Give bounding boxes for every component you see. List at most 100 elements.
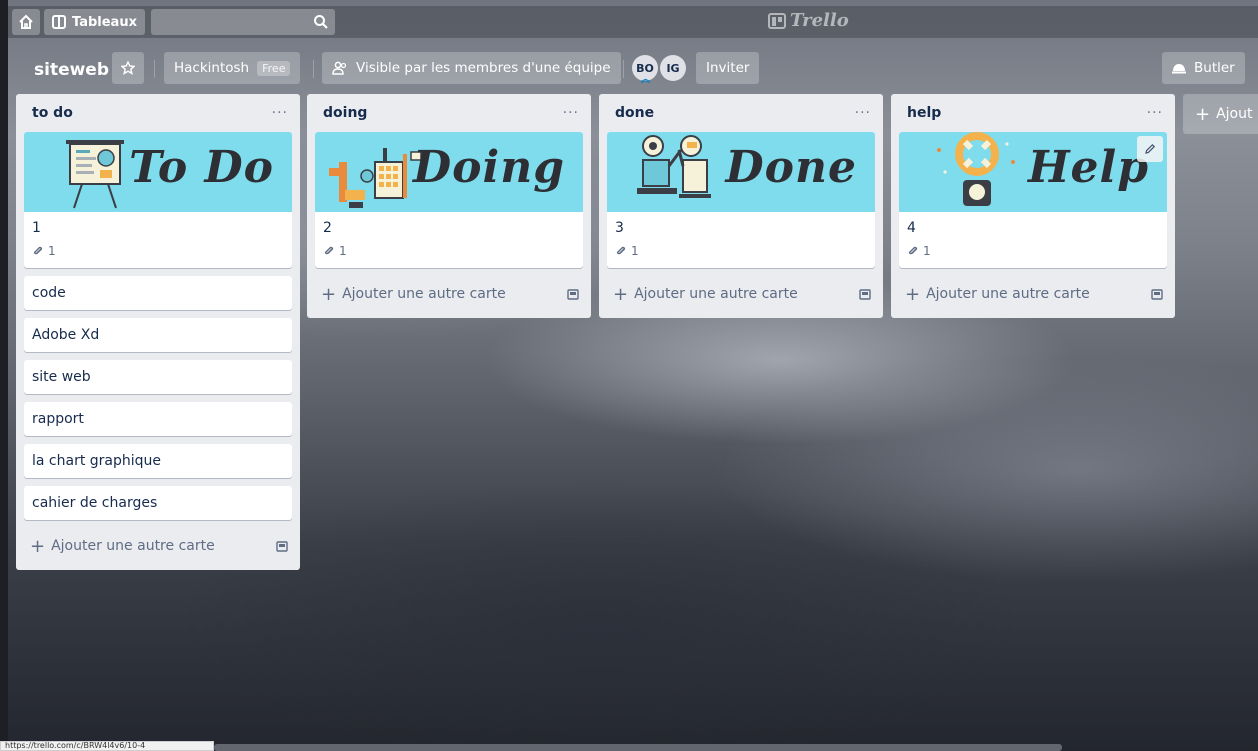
cover-card[interactable]: To Do 1 1: [24, 132, 292, 268]
boards-label: Tableaux: [72, 14, 137, 30]
card-template-icon[interactable]: [276, 540, 288, 552]
butler-label: Butler: [1194, 60, 1235, 76]
card-title: cahier de charges: [32, 495, 158, 511]
card-title: site web: [32, 369, 91, 385]
horizontal-scrollbar[interactable]: [214, 744, 1062, 751]
list-header: done ···: [599, 94, 883, 132]
card-title: rapport: [32, 411, 84, 427]
list-card[interactable]: rapport: [24, 402, 292, 436]
list-header: to do ···: [16, 94, 300, 132]
list-menu-icon[interactable]: ···: [855, 105, 871, 121]
cover-title: Help: [1027, 142, 1149, 193]
list-title[interactable]: help: [907, 105, 941, 121]
star-icon: [121, 61, 135, 75]
star-board-button[interactable]: [112, 52, 144, 84]
search-icon: [313, 15, 328, 29]
plus-icon: +: [321, 283, 337, 305]
list-card[interactable]: Adobe Xd: [24, 318, 292, 352]
invite-button[interactable]: Inviter: [696, 52, 760, 84]
list-help: help ··· Help 4 1 + Ajouter une autre ca…: [891, 94, 1175, 318]
attachment-icon: [324, 246, 334, 255]
window-edge: [0, 0, 8, 751]
divider: [313, 60, 314, 78]
list-doing: doing ··· Doing 2 1 + Ajouter une autre …: [307, 94, 591, 318]
team-button[interactable]: Hackintosh Free: [164, 52, 301, 84]
lifebuoy-icon: [937, 132, 1015, 206]
list-card[interactable]: la chart graphique: [24, 444, 292, 478]
list-title[interactable]: to do: [32, 105, 73, 121]
member-avatar[interactable]: IG: [660, 55, 686, 81]
visibility-button[interactable]: Visible par les membres d'une équipe: [322, 52, 621, 84]
add-card-button[interactable]: + Ajouter une autre carte: [307, 276, 591, 312]
list-card[interactable]: cahier de charges: [24, 486, 292, 520]
trello-logo[interactable]: Trello: [768, 10, 849, 31]
list-card[interactable]: code: [24, 276, 292, 310]
card-title: la chart graphique: [32, 453, 162, 469]
add-card-button[interactable]: + Ajouter une autre carte: [16, 528, 300, 564]
plan-badge: Free: [257, 60, 291, 76]
cover-card[interactable]: Doing 2 1: [315, 132, 583, 268]
attachment-count: 1: [631, 244, 639, 258]
trello-wordmark: Trello: [790, 10, 849, 31]
add-card-button[interactable]: + Ajouter une autre carte: [891, 276, 1175, 312]
list-menu-icon[interactable]: ···: [563, 105, 579, 121]
attachment-count: 1: [923, 244, 931, 258]
add-card-label: Ajouter une autre carte: [926, 286, 1090, 302]
cover-card[interactable]: Done 3 1: [607, 132, 875, 268]
attachment-icon: [33, 246, 43, 255]
card-template-icon[interactable]: [567, 288, 579, 300]
cover-title: Done: [725, 142, 857, 193]
add-card-label: Ajouter une autre carte: [342, 286, 506, 302]
team-visibility-icon: [332, 61, 347, 75]
card-title: 2: [323, 220, 332, 236]
card-cover-image: To Do: [24, 132, 292, 212]
edit-card-button[interactable]: [1137, 136, 1163, 162]
card-badges: 1: [615, 242, 867, 260]
home-button[interactable]: [12, 9, 40, 35]
add-list-button[interactable]: + Ajout: [1183, 94, 1258, 134]
board-icon: [52, 15, 66, 29]
butler-button[interactable]: Butler: [1162, 52, 1245, 84]
boards-button[interactable]: Tableaux: [44, 9, 145, 35]
avatar-initials: BO: [636, 61, 654, 75]
card-cover-image: Doing: [315, 132, 583, 212]
card-title: code: [32, 285, 66, 301]
card-template-icon[interactable]: [859, 288, 871, 300]
card-title: 1: [32, 220, 41, 236]
card-title: 4: [907, 220, 916, 236]
butler-icon: [1172, 64, 1186, 74]
list-title[interactable]: done: [615, 105, 654, 121]
team-name: Hackintosh: [174, 60, 250, 76]
list-header: doing ···: [307, 94, 591, 132]
card-cover-image: Help: [899, 132, 1167, 212]
divider: [154, 60, 155, 78]
card-badges: 1: [907, 242, 1159, 260]
list-menu-icon[interactable]: ···: [272, 105, 288, 121]
card-template-icon[interactable]: [1151, 288, 1163, 300]
add-card-button[interactable]: + Ajouter une autre carte: [599, 276, 883, 312]
add-list-label: Ajout: [1216, 106, 1253, 122]
list-card[interactable]: site web: [24, 360, 292, 394]
plus-icon: +: [905, 283, 921, 305]
attachment-icon: [616, 246, 626, 255]
search-input[interactable]: [150, 9, 335, 35]
attachment-icon: [908, 246, 918, 255]
card-cover-image: Done: [607, 132, 875, 212]
pencil-icon: [1145, 143, 1156, 154]
member-avatar[interactable]: BO ︽: [632, 55, 658, 85]
card-title: Adobe Xd: [32, 327, 100, 343]
home-icon: [19, 14, 33, 29]
list-menu-icon[interactable]: ···: [1147, 105, 1163, 121]
status-bar-url: https://trello.com/c/BRW4l4v6/10-4: [0, 741, 214, 751]
add-card-label: Ajouter une autre carte: [51, 538, 215, 554]
board-title[interactable]: siteweb: [34, 60, 109, 80]
avatar-initials: IG: [666, 61, 680, 75]
board-members: BO ︽ IG: [632, 55, 688, 85]
list-title[interactable]: doing: [323, 105, 367, 121]
plus-icon: +: [30, 535, 46, 557]
cover-card[interactable]: Help 4 1: [899, 132, 1167, 268]
list-header: help ···: [891, 94, 1175, 132]
plus-icon: +: [613, 283, 629, 305]
list-to-do: to do ··· To Do 1 1 code Adobe Xd site w…: [16, 94, 300, 570]
cover-title: Doing: [413, 142, 565, 193]
